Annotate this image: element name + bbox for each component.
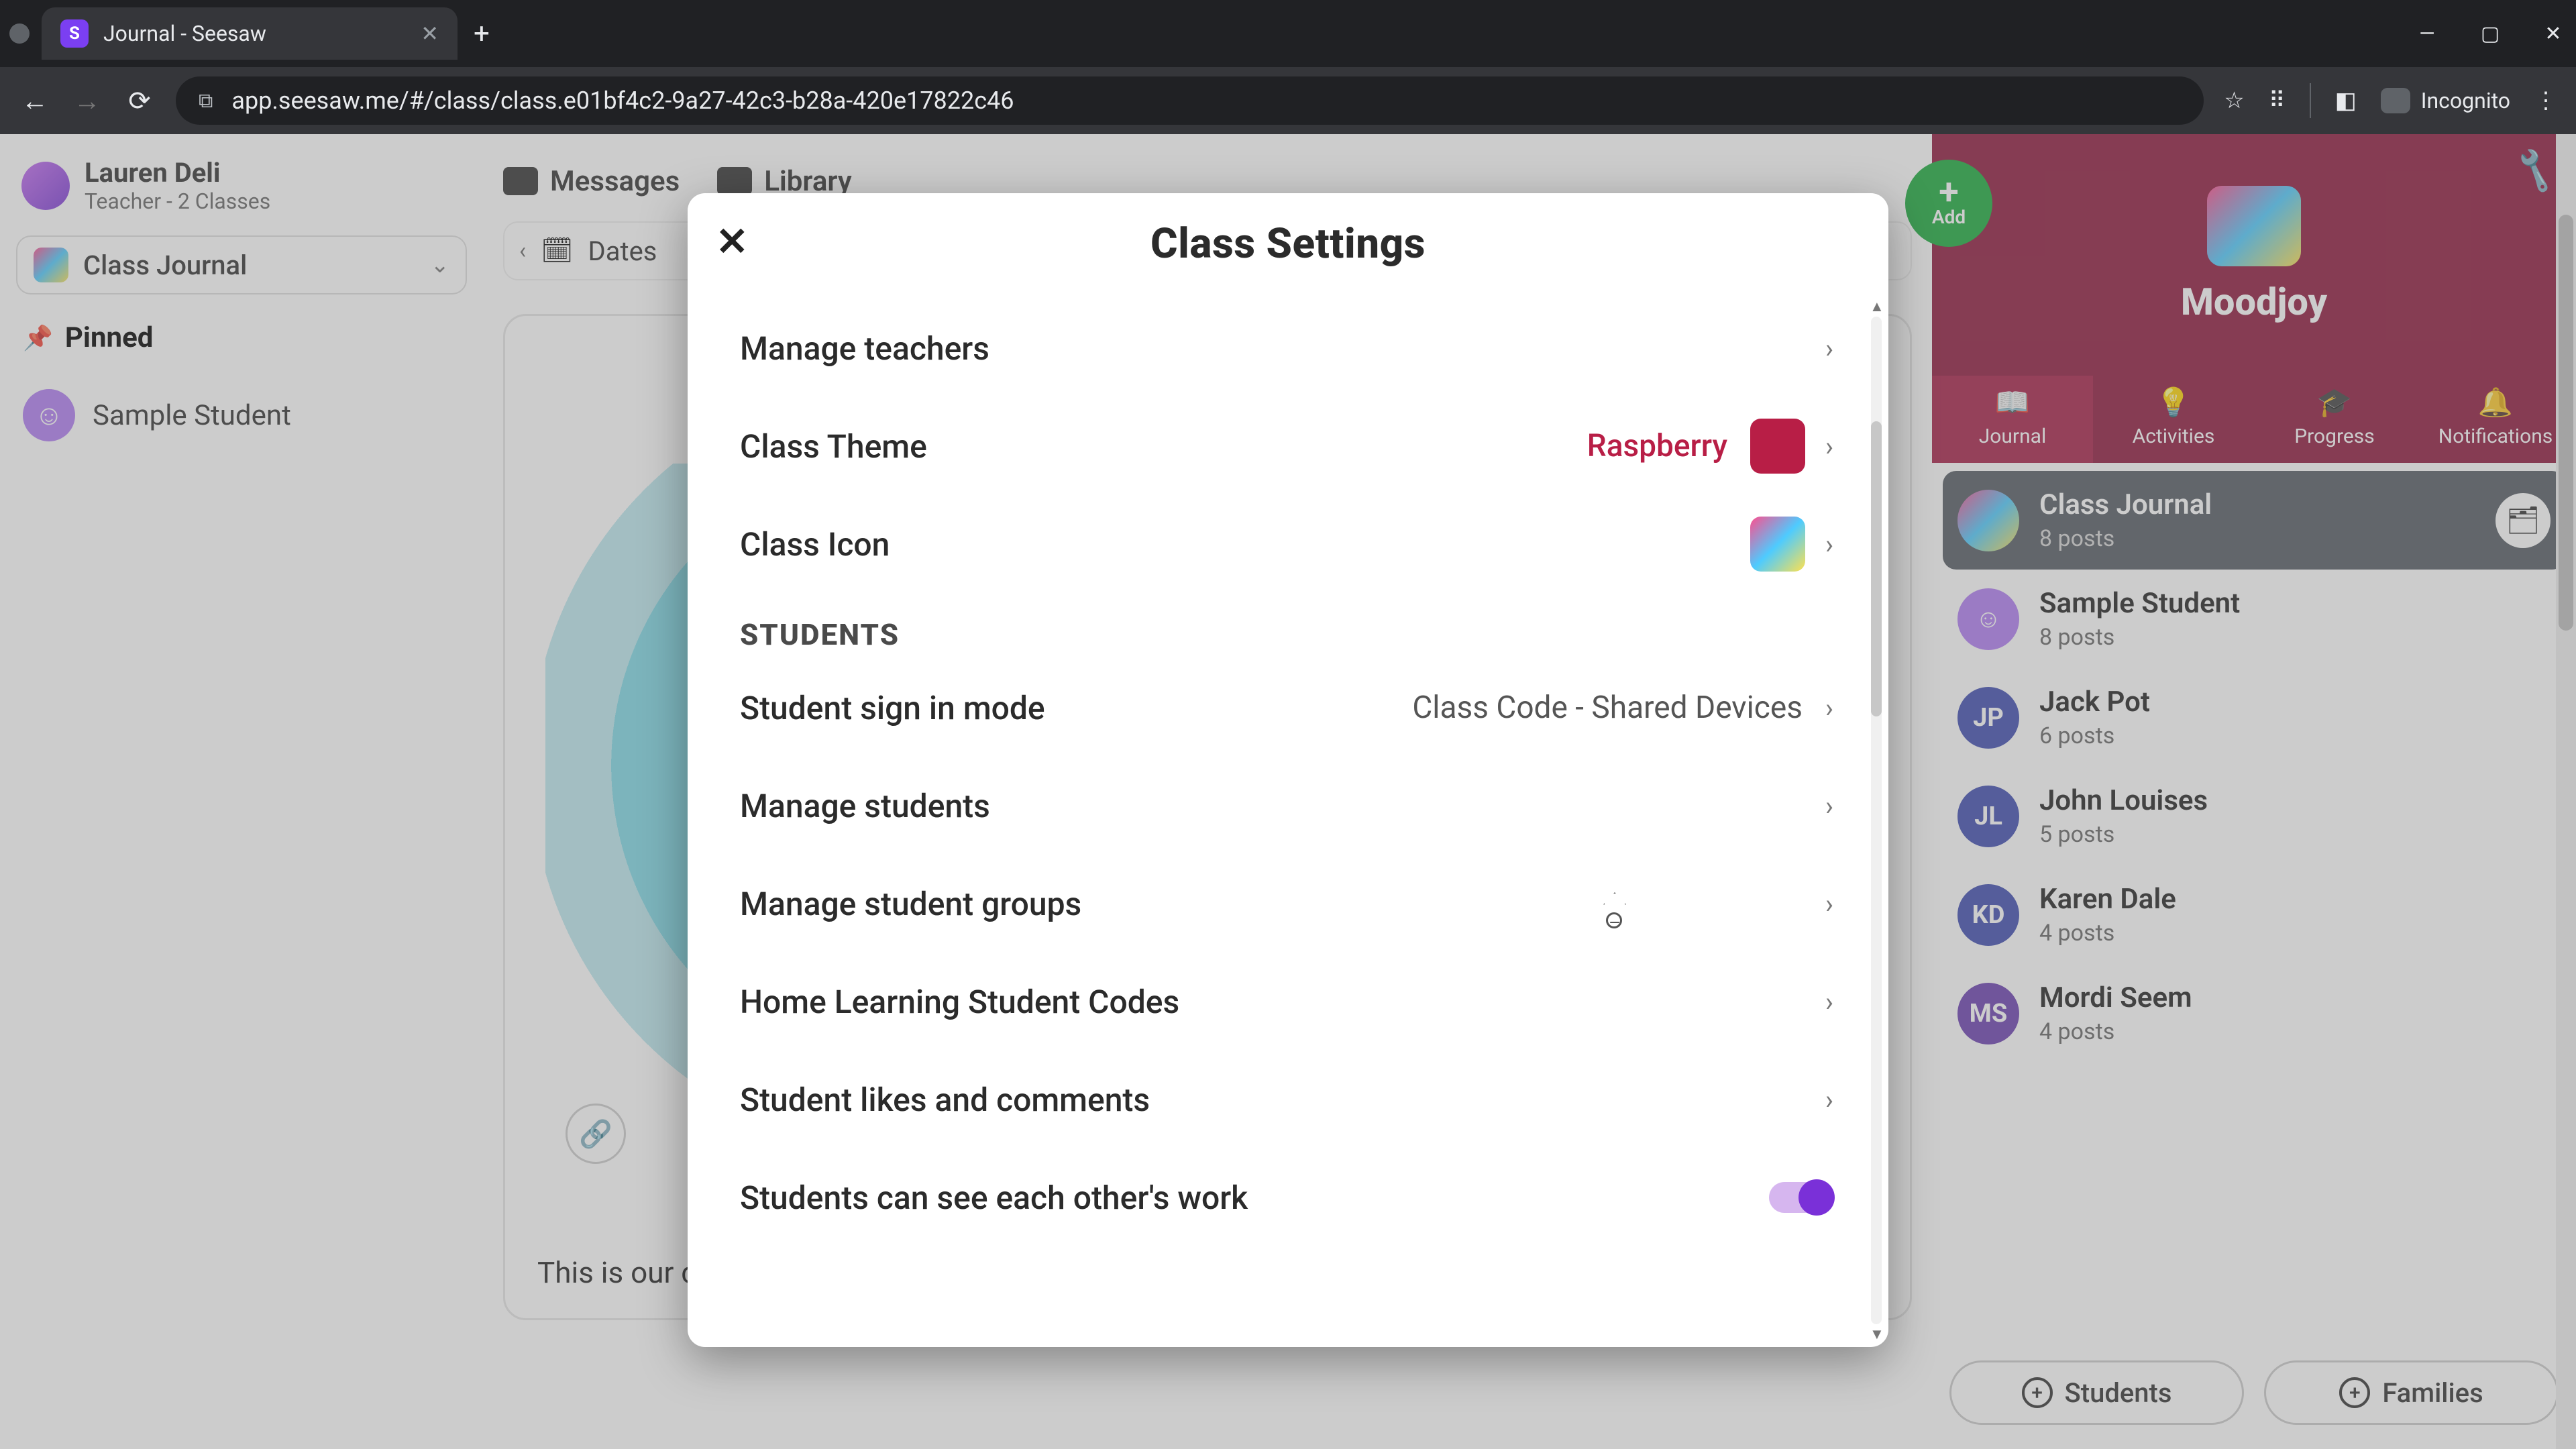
reload-icon[interactable]: ⟳ (123, 85, 156, 117)
scroll-up-icon[interactable]: ▲ (1870, 298, 1884, 315)
incognito-chip[interactable]: Incognito (2381, 88, 2510, 113)
row-manage-groups[interactable]: Manage student groups › (740, 855, 1833, 953)
forward-icon[interactable]: → (71, 85, 103, 117)
row-label: Home Learning Student Codes (740, 983, 1179, 1021)
row-class-icon[interactable]: Class Icon › (740, 495, 1833, 593)
panel-icon[interactable]: ◧ (2335, 87, 2357, 114)
chevron-right-icon: › (1825, 1084, 1833, 1116)
class-settings-modal: ✕ Class Settings Manage teachers › Class… (688, 193, 1888, 1347)
window-dot-icon (9, 23, 30, 44)
row-signin-mode[interactable]: Student sign in mode Class Code - Shared… (740, 659, 1833, 757)
back-icon[interactable]: ← (19, 85, 51, 117)
modal-header: ✕ Class Settings (688, 193, 1888, 294)
chevron-right-icon: › (1825, 986, 1833, 1018)
row-manage-students[interactable]: Manage students › (740, 757, 1833, 855)
row-likes-comments[interactable]: Student likes and comments › (740, 1051, 1833, 1148)
minimize-icon[interactable]: ― (2414, 22, 2440, 46)
close-window-icon[interactable]: ✕ (2540, 22, 2567, 46)
settings-list: Manage teachers › Class Theme Raspberry … (688, 294, 1888, 1267)
scroll-down-icon[interactable]: ▼ (1870, 1326, 1884, 1343)
modal-scrollbar[interactable]: ▲ ▼ (1868, 294, 1884, 1347)
toggle-knob-icon (1799, 1179, 1835, 1216)
row-label: Student likes and comments (740, 1081, 1150, 1119)
extensions-icon[interactable]: ⠿ (2269, 87, 2286, 114)
bookmark-star-icon[interactable]: ☆ (2224, 87, 2244, 114)
window-controls: ― ▢ ✕ (2414, 22, 2567, 46)
class-icon-thumbnail (1750, 517, 1805, 572)
url-text: app.seesaw.me/#/class/class.e01bf4c2-9a2… (231, 87, 1014, 115)
row-see-each-other: Students can see each other's work (740, 1148, 1833, 1246)
row-label: Manage student groups (740, 885, 1081, 923)
row-label: Class Theme (740, 427, 927, 466)
modal-title: Class Settings (1150, 219, 1426, 268)
row-label: Students can see each other's work (740, 1179, 1248, 1217)
row-value: Class Code - Shared Devices (1412, 690, 1803, 726)
row-home-codes[interactable]: Home Learning Student Codes › (740, 953, 1833, 1051)
row-label: Student sign in mode (740, 689, 1045, 727)
maximize-icon[interactable]: ▢ (2477, 22, 2504, 46)
chevron-right-icon: › (1825, 692, 1833, 724)
incognito-icon (2381, 88, 2410, 113)
toggle-switch[interactable] (1769, 1182, 1833, 1213)
color-swatch-icon (1750, 419, 1805, 474)
chevron-right-icon: › (1825, 790, 1833, 822)
tab-close-icon[interactable]: ✕ (421, 21, 439, 46)
tab-strip: S Journal - Seesaw ✕ + ― ▢ ✕ (0, 0, 2576, 67)
chevron-right-icon: › (1825, 431, 1833, 462)
kebab-menu-icon[interactable]: ⋮ (2534, 87, 2557, 114)
address-bar: ← → ⟳ ⧉ app.seesaw.me/#/class/class.e01b… (0, 67, 2576, 134)
row-value: Raspberry (1587, 428, 1727, 464)
tab-favicon-icon: S (60, 19, 89, 48)
app-viewport: Lauren Deli Teacher - 2 Classes Class Jo… (0, 134, 2576, 1449)
modal-close-icon[interactable]: ✕ (716, 219, 749, 265)
chevron-right-icon: › (1825, 888, 1833, 920)
omnibox[interactable]: ⧉ app.seesaw.me/#/class/class.e01bf4c2-9… (176, 76, 2204, 125)
new-tab-button[interactable]: + (474, 17, 490, 50)
modal-body: Manage teachers › Class Theme Raspberry … (688, 294, 1888, 1347)
chevron-right-icon: › (1825, 333, 1833, 364)
chevron-right-icon: › (1825, 529, 1833, 560)
browser-tab[interactable]: S Journal - Seesaw ✕ (42, 7, 458, 60)
scrollbar-thumb[interactable] (1871, 421, 1882, 716)
row-label: Manage teachers (740, 329, 989, 368)
incognito-label: Incognito (2421, 88, 2510, 113)
tab-title: Journal - Seesaw (103, 21, 406, 46)
site-info-icon[interactable]: ⧉ (199, 89, 213, 113)
row-label: Manage students (740, 787, 990, 825)
browser-chrome: S Journal - Seesaw ✕ + ― ▢ ✕ ← → ⟳ ⧉ app… (0, 0, 2576, 134)
row-class-theme[interactable]: Class Theme Raspberry › (740, 397, 1833, 495)
section-header-students: STUDENTS (740, 617, 1833, 652)
divider (2310, 83, 2311, 118)
row-manage-teachers[interactable]: Manage teachers › (740, 299, 1833, 397)
row-label: Class Icon (740, 525, 890, 564)
